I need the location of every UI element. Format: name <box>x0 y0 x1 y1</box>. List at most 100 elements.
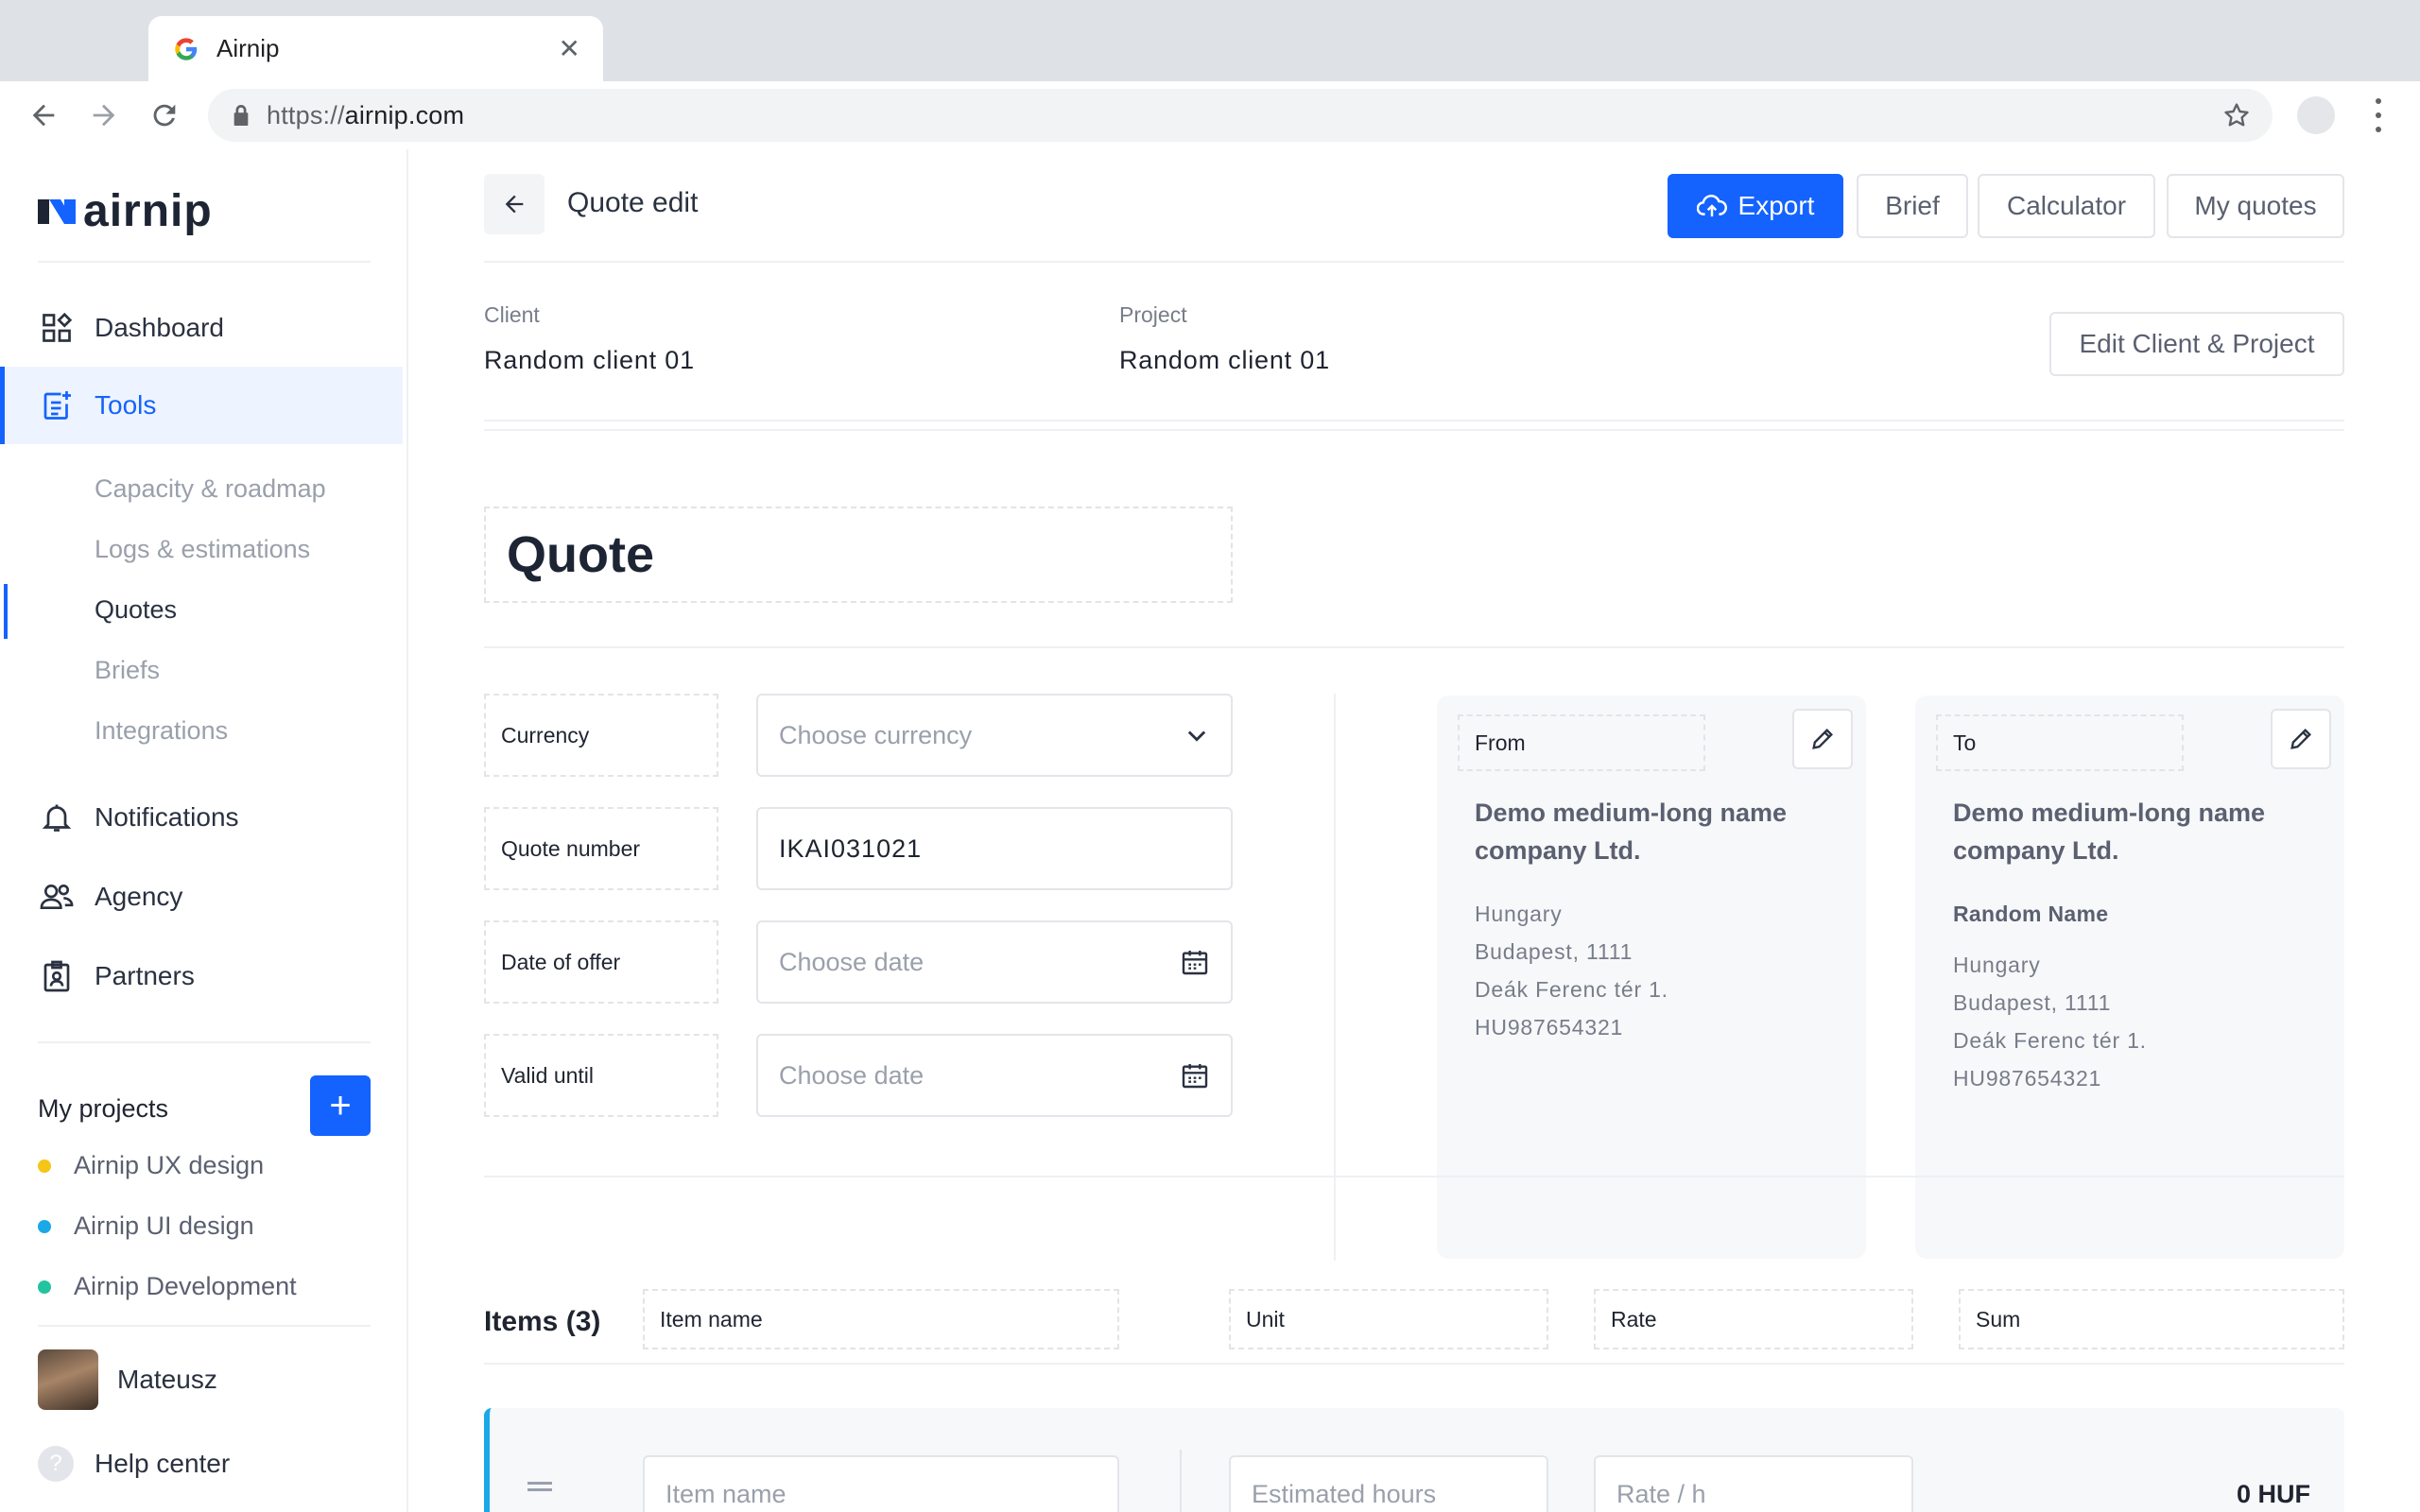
column-rate: Rate <box>1594 1289 1913 1349</box>
quote-title-field[interactable]: Quote <box>484 507 1233 603</box>
project-item[interactable]: Airnip UI design <box>38 1211 254 1241</box>
project-color-dot <box>38 1280 51 1294</box>
airnip-logo[interactable]: airnip <box>38 185 213 237</box>
quote-number-input[interactable]: IKAI031021 <box>756 807 1233 890</box>
currency-label: Currency <box>484 694 718 777</box>
divider <box>484 1176 2344 1177</box>
divider <box>484 429 2344 431</box>
nav-agency[interactable]: Agency <box>0 858 403 936</box>
to-tax: HU987654321 <box>1953 1066 2102 1091</box>
browser-tab[interactable]: Airnip ✕ <box>148 16 603 81</box>
project-label: Project <box>1119 302 1187 327</box>
from-company: Demo medium-long name company Ltd. <box>1475 799 1788 865</box>
back-button[interactable] <box>484 174 544 234</box>
browser-menu-icon[interactable] <box>2369 98 2388 132</box>
users-icon <box>38 878 76 916</box>
to-country: Hungary <box>1953 953 2041 977</box>
calendar-icon <box>1182 951 1208 975</box>
to-card: To Demo medium-long name company Ltd. Ra… <box>1915 696 2344 1259</box>
tab-title: Airnip <box>216 34 280 62</box>
nav-label: Dashboard <box>95 313 224 342</box>
rate-placeholder: Rate / h <box>1616 1479 1706 1508</box>
items-title: Items (3) <box>484 1306 601 1337</box>
nav-tools[interactable]: Tools <box>0 367 403 444</box>
project-item[interactable]: Airnip UX design <box>38 1151 264 1180</box>
reload-icon <box>153 104 176 127</box>
arrow-left-icon <box>505 195 524 214</box>
help-center-link[interactable]: ? Help center <box>38 1446 230 1482</box>
rate-input[interactable]: Rate / h <box>1594 1455 1913 1512</box>
add-project-button[interactable]: + <box>310 1075 371 1136</box>
subnav-integrations[interactable]: Integrations <box>95 716 228 746</box>
bell-icon <box>38 799 76 836</box>
page-title: Quote edit <box>567 187 699 218</box>
divider <box>38 1041 371 1043</box>
chevron-down-icon <box>1187 730 1206 742</box>
nav-label: Agency <box>95 882 183 911</box>
currency-select[interactable]: Choose currency <box>756 694 1233 777</box>
nav-label: Notifications <box>95 802 239 832</box>
active-subnav-marker <box>4 584 8 639</box>
browser-reload-button[interactable] <box>142 93 187 138</box>
browser-forward-button[interactable] <box>81 93 127 138</box>
row-divider <box>1180 1450 1182 1512</box>
currency-placeholder: Choose currency <box>779 720 973 749</box>
project-color-dot <box>38 1159 51 1173</box>
brief-button[interactable]: Brief <box>1857 174 1968 238</box>
date-of-offer-input[interactable]: Choose date <box>756 920 1233 1004</box>
from-tax: HU987654321 <box>1475 1015 1624 1040</box>
profile-avatar[interactable] <box>2297 96 2335 134</box>
my-quotes-button[interactable]: My quotes <box>2167 174 2344 238</box>
divider <box>38 261 371 263</box>
date-placeholder: Choose date <box>779 1060 925 1090</box>
dashboard-icon <box>38 309 76 347</box>
project-name: Airnip UX design <box>74 1151 265 1179</box>
quote-title: Quote <box>507 526 654 583</box>
edit-from-button[interactable] <box>1792 709 1853 769</box>
subnav-quotes[interactable]: Quotes <box>95 595 177 625</box>
lock-icon <box>233 105 249 126</box>
row-sum: 0 HUF <box>2236 1480 2310 1508</box>
from-card: From Demo medium-long name company Ltd. … <box>1437 696 1866 1259</box>
edit-client-project-button[interactable]: Edit Client & Project <box>2049 312 2344 376</box>
help-icon: ? <box>38 1446 74 1482</box>
my-projects-title: My projects <box>38 1094 169 1123</box>
from-city: Budapest, 1111 <box>1475 939 1634 964</box>
project-value: Random client 01 <box>1119 346 1330 374</box>
date-of-offer-label: Date of offer <box>484 920 718 1004</box>
project-color-dot <box>38 1219 51 1233</box>
to-label: To <box>1936 714 2184 771</box>
column-sum: Sum <box>1959 1289 2344 1349</box>
browser-back-button[interactable] <box>21 93 66 138</box>
user-profile[interactable]: Mateusz <box>38 1349 217 1410</box>
subnav-briefs[interactable]: Briefs <box>95 656 160 685</box>
nav-partners[interactable]: Partners <box>0 937 403 1015</box>
nav-notifications[interactable]: Notifications <box>0 779 403 856</box>
project-item[interactable]: Airnip Development <box>38 1272 297 1301</box>
drag-handle-icon[interactable] <box>527 1482 552 1491</box>
browser-tabstrip: Airnip ✕ <box>0 0 2420 81</box>
column-item-name: Item name <box>643 1289 1119 1349</box>
address-bar[interactable]: https://airnip.com <box>208 89 2273 142</box>
sidebar: airnip Dashboard Tools Capacity & roadma… <box>0 149 408 1512</box>
star-icon[interactable] <box>2221 100 2252 130</box>
calculator-button[interactable]: Calculator <box>1978 174 2155 238</box>
arrow-right-icon <box>93 104 115 127</box>
to-company: Demo medium-long name company Ltd. <box>1953 799 2266 865</box>
divider <box>484 261 2344 263</box>
estimated-hours-input[interactable]: Estimated hours <box>1229 1455 1548 1512</box>
valid-until-input[interactable]: Choose date <box>756 1034 1233 1117</box>
pencil-icon <box>2290 729 2311 749</box>
subnav-logs[interactable]: Logs & estimations <box>95 535 310 564</box>
edit-to-button[interactable] <box>2271 709 2331 769</box>
project-name: Airnip UI design <box>74 1211 254 1240</box>
tab-close-icon[interactable]: ✕ <box>559 35 580 62</box>
browser-toolbar: https://airnip.com <box>0 81 2420 149</box>
subnav-capacity[interactable]: Capacity & roadmap <box>95 474 326 504</box>
google-favicon-icon <box>175 37 198 60</box>
to-person: Random Name <box>1953 902 2109 926</box>
export-button[interactable]: Export <box>1668 174 1843 238</box>
tools-icon <box>38 387 76 424</box>
item-name-input[interactable]: Item name <box>643 1455 1119 1512</box>
nav-dashboard[interactable]: Dashboard <box>0 289 403 367</box>
